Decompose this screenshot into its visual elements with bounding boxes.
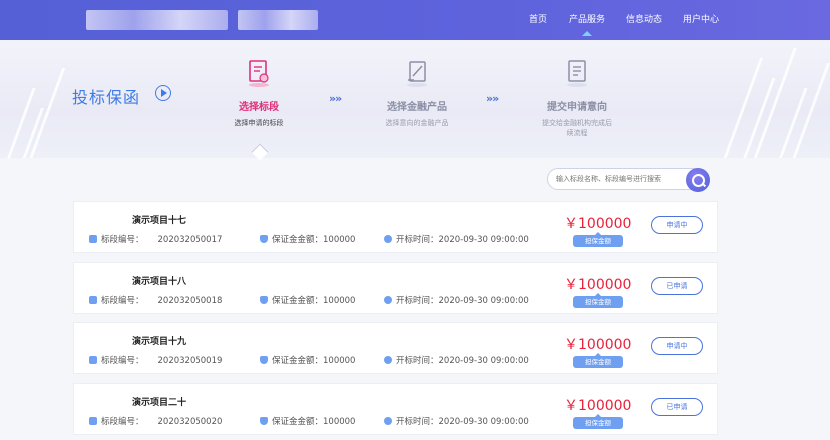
clock-icon [384,235,392,243]
section-number: 标段编号： 202032050018 [89,294,222,306]
apply-status-button[interactable]: 已申请 [651,398,703,416]
project-card: 演示项目十九 标段编号： 202032050019 保证金金额：100000 开标… [73,322,718,374]
site-logo-secondary [238,10,318,30]
clock-icon [384,356,392,364]
nav-products[interactable]: 产品服务 [569,0,605,40]
document-pen-icon [407,61,427,87]
shield-icon [260,356,268,364]
nav-news[interactable]: 信息动态 [626,0,662,40]
open-time: 开标时间：2020-09-30 09:00:00 [384,354,529,366]
guarantee-price: ￥100000 [564,216,632,232]
step-select-section[interactable]: 选择标段 选择申请的标段 [199,58,319,128]
section-number: 标段编号： 202032050019 [89,354,222,366]
search-icon[interactable] [686,168,710,192]
project-card: 演示项目二十 标段编号： 202032050020 保证金金额：100000 开标… [73,383,718,435]
nav-home[interactable]: 首页 [529,0,547,40]
apply-status-button[interactable]: 申请中 [651,337,703,355]
guarantee-amount: 保证金金额：100000 [260,354,355,366]
calendar-icon [89,417,97,425]
clock-icon [384,296,392,304]
play-icon[interactable] [155,85,171,101]
open-time: 开标时间：2020-09-30 09:00:00 [384,415,529,427]
guarantee-amount: 保证金金额：100000 [260,415,355,427]
step-name: 选择标段 [239,102,279,113]
guarantee-tag: 担保金额 [573,414,623,429]
project-name: 演示项目十九 [132,337,187,347]
open-time: 开标时间：2020-09-30 09:00:00 [384,294,529,306]
guarantee-tag: 担保金额 [573,353,623,368]
step-name: 选择金融产品 [387,102,447,113]
apply-status-button[interactable]: 申请中 [651,216,703,234]
guarantee-tag: 担保金额 [573,293,623,308]
guarantee-amount: 保证金金额：100000 [260,233,355,245]
site-logo[interactable] [86,10,228,30]
guarantee-tag: 担保金额 [573,232,623,247]
project-name: 演示项目二十 [132,398,187,408]
clock-icon [384,417,392,425]
guarantee-price: ￥100000 [564,398,632,414]
step-arrow-icon: »» [486,92,499,105]
section-number: 标段编号： 202032050017 [89,233,222,245]
search-input[interactable] [556,172,686,186]
shield-icon [260,296,268,304]
search-box [547,168,707,190]
document-certificate-icon [249,60,269,87]
top-navbar: 首页 产品服务 信息动态 用户中心 [0,0,830,40]
project-card: 演示项目十八 标段编号： 202032050018 保证金金额：100000 开标… [73,262,718,314]
step-select-product[interactable]: 选择金融产品 选择意向的金融产品 [357,58,477,128]
step-desc: 提交给金融机构完成后续流程 [542,119,612,137]
page-title: 投标保函 [72,88,141,107]
step-desc: 选择申请的标段 [234,119,284,127]
nav-user-center[interactable]: 用户中心 [683,0,719,40]
guarantee-price: ￥100000 [564,277,632,293]
calendar-icon [89,356,97,364]
hero-banner: 投标保函 选择标段 选择申请的标段 »» 选择金融产品 选择意向的金融产品 »» [0,40,830,158]
shield-icon [260,417,268,425]
section-number: 标段编号： 202032050020 [89,415,222,427]
guarantee-price: ￥100000 [564,337,632,353]
open-time: 开标时间：2020-09-30 09:00:00 [384,233,529,245]
step-submit-intent[interactable]: 提交申请意向 提交给金融机构完成后续流程 [517,58,637,138]
apply-status-button[interactable]: 已申请 [651,277,703,295]
document-list-icon [567,60,587,87]
step-arrow-icon: »» [329,92,342,105]
calendar-icon [89,296,97,304]
project-card: 演示项目十七 标段编号： 202032050017 保证金金额：100000 开标… [73,201,718,253]
shield-icon [260,235,268,243]
step-desc: 选择意向的金融产品 [385,119,449,127]
project-name: 演示项目十七 [132,216,187,226]
project-name: 演示项目十八 [132,277,187,287]
calendar-icon [89,235,97,243]
step-name: 提交申请意向 [547,102,607,113]
guarantee-amount: 保证金金额：100000 [260,294,355,306]
